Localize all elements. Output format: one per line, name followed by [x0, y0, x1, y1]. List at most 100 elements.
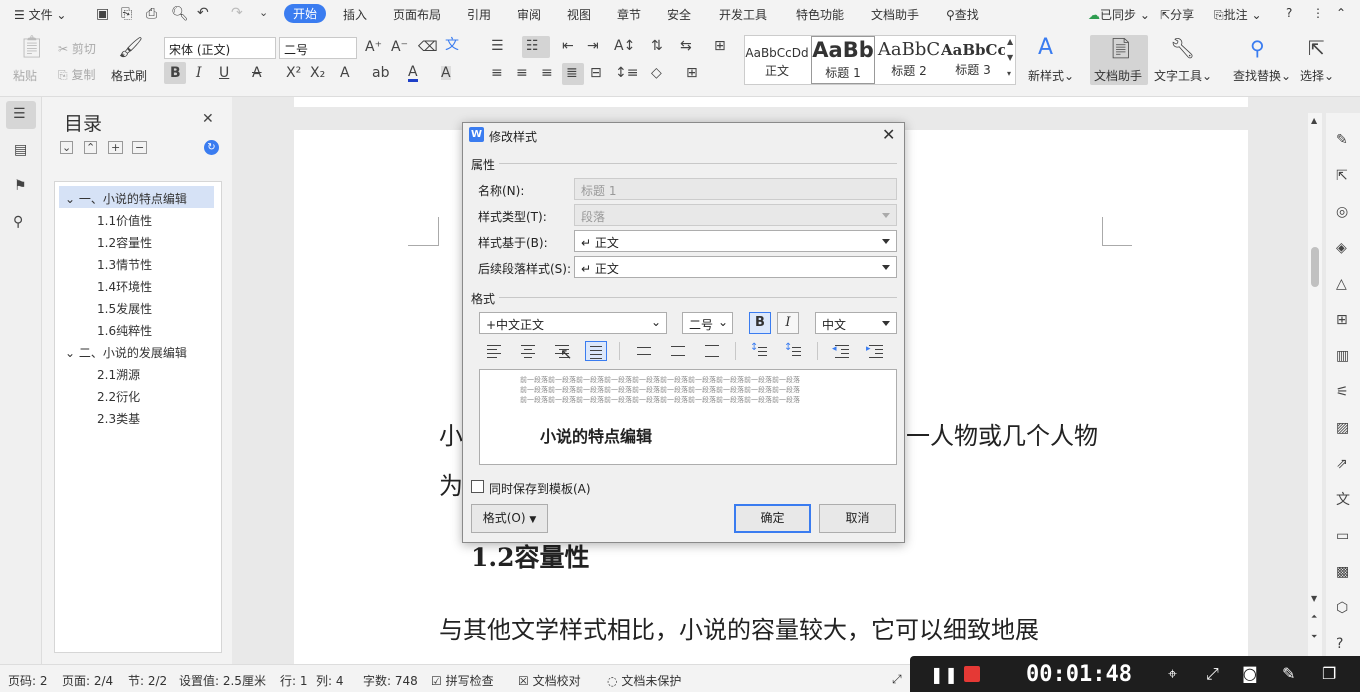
tab-page-layout[interactable]: 页面布局: [393, 6, 441, 23]
remove-item-icon[interactable]: −: [132, 141, 148, 154]
scroll-up-icon[interactable]: ▲: [1311, 117, 1317, 125]
help-icon[interactable]: ?: [1286, 6, 1292, 20]
distribute-icon[interactable]: ⊟: [590, 66, 602, 80]
justify-icon[interactable]: ≣: [566, 66, 578, 80]
shapes-icon[interactable]: ◈: [1336, 241, 1347, 255]
space-before-icon[interactable]: ↕: [749, 341, 771, 361]
style-heading2[interactable]: AaBbC 标题 2: [877, 36, 941, 84]
paste-button[interactable]: 粘贴: [13, 67, 37, 84]
pointer-icon[interactable]: ⇱: [1308, 38, 1325, 58]
expand-icon[interactable]: ⤢: [1206, 664, 1219, 684]
toc-item[interactable]: ⌄ 一、小说的特点编辑: [65, 190, 187, 207]
toc-item[interactable]: 2.2衍化: [97, 388, 140, 405]
search-button[interactable]: ⚲查找: [946, 6, 979, 23]
apps-icon[interactable]: ⊞: [1336, 313, 1348, 327]
font-name-select[interactable]: 宋体 (正文): [164, 37, 276, 59]
format-painter-button[interactable]: 格式刷: [111, 67, 147, 84]
align-center-icon[interactable]: [517, 341, 539, 361]
scroll-down-icon[interactable]: ▼: [1311, 595, 1317, 603]
toc-item[interactable]: 2.1溯源: [97, 366, 140, 383]
comment-button[interactable]: ⎘批注 ⌄: [1214, 6, 1262, 23]
decrease-indent-icon[interactable]: ⇤: [562, 39, 574, 53]
tab-security[interactable]: 安全: [667, 6, 691, 23]
toc-item[interactable]: ⌄ 二、小说的发展编辑: [65, 344, 187, 361]
clear-format-icon[interactable]: ⌫: [418, 40, 438, 54]
text-effect-icon[interactable]: A: [340, 66, 350, 80]
text-tools-button[interactable]: 文字工具⌄: [1154, 67, 1212, 84]
highlight-icon[interactable]: ab: [372, 66, 389, 80]
doc-assistant-button[interactable]: 文档助手: [1094, 67, 1142, 84]
collapse-all-icon[interactable]: ⌃: [84, 141, 98, 154]
save-icon[interactable]: ▣: [96, 7, 109, 21]
pen-icon[interactable]: ✎: [1336, 133, 1348, 147]
bold-icon[interactable]: B: [170, 66, 181, 80]
single-spacing-icon[interactable]: [633, 341, 655, 361]
cursor-icon[interactable]: ⇱: [1336, 169, 1348, 183]
protect-status[interactable]: ◌ 文档未保护: [607, 672, 681, 689]
tab-insert[interactable]: 插入: [343, 6, 367, 23]
minimize-window-icon[interactable]: ❐: [1322, 664, 1336, 683]
location-icon[interactable]: ◎: [1336, 205, 1348, 219]
find-panel-icon[interactable]: ⚲: [13, 215, 23, 229]
pinyin-icon[interactable]: 文: [445, 38, 459, 52]
grow-font-icon[interactable]: A⁺: [365, 40, 382, 54]
translate-icon[interactable]: 文: [1336, 493, 1350, 507]
shrink-font-icon[interactable]: A⁻: [391, 40, 408, 54]
target-icon[interactable]: ⌖: [1168, 664, 1177, 684]
print-icon[interactable]: ⎙: [146, 7, 157, 21]
style-heading1[interactable]: AaBb 标题 1: [811, 36, 875, 84]
help-circle-icon[interactable]: ?: [1336, 637, 1343, 651]
output-icon[interactable]: ⎘: [121, 7, 132, 21]
page-panel-icon[interactable]: ▤: [14, 143, 27, 157]
redo-icon[interactable]: ↷: [231, 6, 243, 20]
pause-icon[interactable]: ❚❚: [930, 665, 959, 684]
paragraph-layout-icon[interactable]: ⇆: [680, 39, 692, 53]
toc-item[interactable]: 1.5发展性: [97, 300, 152, 317]
double-spacing-icon[interactable]: [701, 341, 723, 361]
spell-check-button[interactable]: ☑ 拼写检查: [431, 672, 494, 689]
new-style-button[interactable]: 新样式⌄: [1028, 67, 1074, 84]
expand-all-icon[interactable]: ⌄: [60, 141, 74, 154]
next-style-select[interactable]: ↵ 正文: [574, 256, 897, 278]
toc-item[interactable]: 1.3情节性: [97, 256, 152, 273]
status-word-count[interactable]: 字数: 748: [363, 672, 418, 689]
shading-icon[interactable]: ◇: [651, 66, 662, 80]
export-icon[interactable]: ⇗: [1336, 457, 1348, 471]
camera-icon[interactable]: ◙: [1242, 664, 1258, 683]
align-right-icon[interactable]: ≡: [541, 66, 553, 80]
quick-access-more-icon[interactable]: ⌄: [259, 7, 268, 18]
style-type-select[interactable]: 段落: [574, 204, 897, 226]
toc-item[interactable]: 1.2容量性: [97, 234, 152, 251]
picture-icon[interactable]: ▩: [1336, 565, 1349, 579]
sort-icon[interactable]: ⇅: [651, 39, 663, 53]
tab-features[interactable]: 特色功能: [796, 6, 844, 23]
fill-icon[interactable]: △: [1336, 277, 1347, 291]
cut-button[interactable]: ✂ 剪切: [58, 40, 96, 57]
next-page-icon[interactable]: ⏷: [1311, 633, 1317, 641]
char-shading-icon[interactable]: A: [441, 66, 451, 80]
settings-sliders-icon[interactable]: ⚟: [1336, 385, 1349, 399]
doc-assistant-icon[interactable]: 📄︎: [1108, 38, 1133, 58]
format-menu-button[interactable]: 格式(O) ▼: [471, 504, 548, 533]
cancel-button[interactable]: 取消: [819, 504, 896, 533]
space-after-icon[interactable]: ↕: [783, 341, 805, 361]
select-button[interactable]: 选择⌄: [1300, 67, 1334, 84]
new-style-icon[interactable]: A: [1038, 37, 1053, 59]
vertical-scrollbar[interactable]: ▲ ▼ ⏶ ⏷: [1308, 113, 1322, 664]
paste-icon[interactable]: 📋︎: [18, 37, 46, 59]
ok-button[interactable]: 确定: [734, 504, 811, 533]
shield-icon[interactable]: ⬡: [1336, 601, 1348, 615]
line-spacing-icon[interactable]: ↕≡: [615, 66, 638, 80]
bullet-list-icon[interactable]: ☰: [491, 39, 504, 53]
stop-record-icon[interactable]: [964, 666, 980, 682]
toc-panel-icon[interactable]: ☰: [13, 107, 26, 121]
language-select[interactable]: 中文: [815, 312, 897, 334]
proofread-button[interactable]: ☒ 文档校对: [518, 672, 581, 689]
toc-item[interactable]: 2.3类基: [97, 410, 140, 427]
style-normal[interactable]: AaBbCcDd 正文: [745, 36, 809, 84]
tab-home[interactable]: 开始: [284, 4, 327, 23]
style-scroll-down-icon[interactable]: ▼: [1007, 54, 1013, 62]
font-select[interactable]: +中文正文 ⌄: [479, 312, 667, 334]
wrench-icon[interactable]: 🔧︎: [1170, 38, 1195, 58]
copy-button[interactable]: ⎘ 复制: [58, 66, 95, 83]
